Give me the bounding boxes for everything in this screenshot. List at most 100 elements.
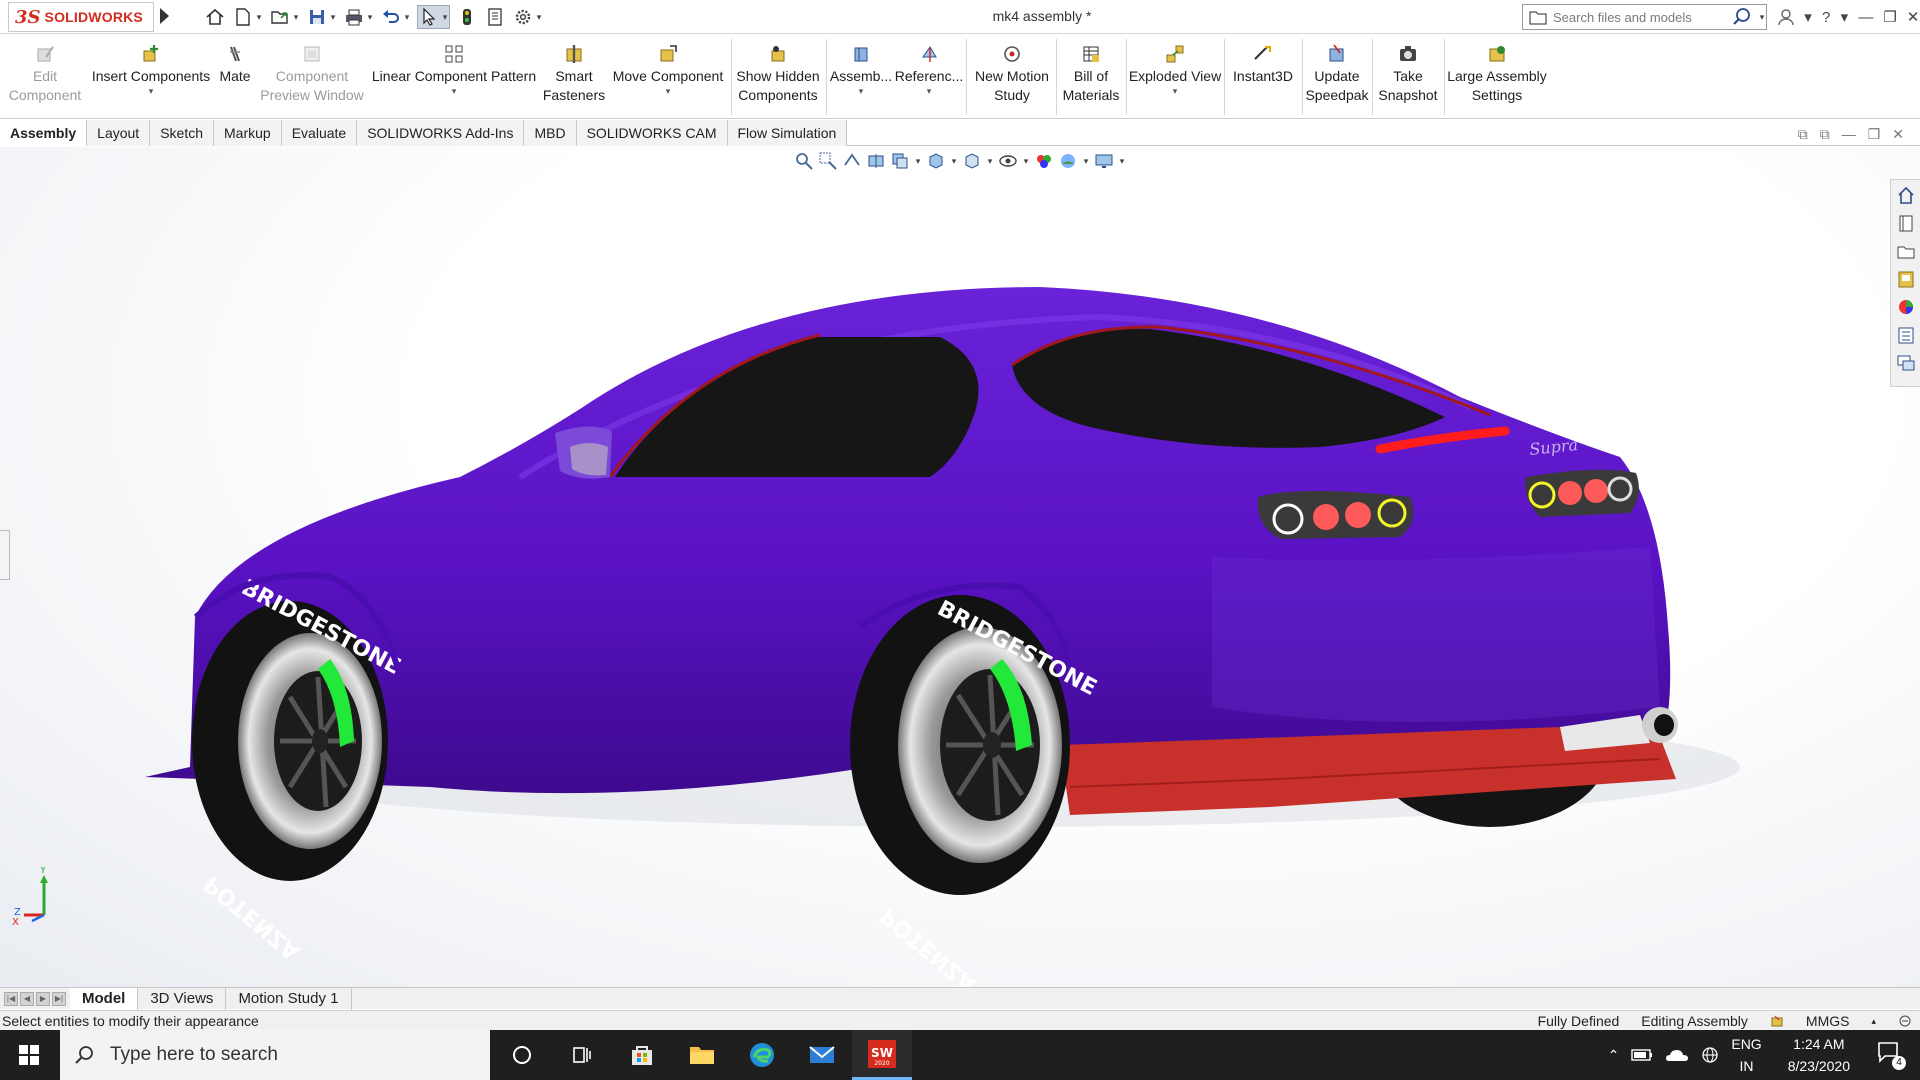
next-tab-icon[interactable]: ▶ [36,991,50,1006]
apply-scene-icon[interactable] [1058,151,1078,171]
assembly-features-button[interactable]: Assemb... ▾ [830,35,892,119]
undo-button[interactable]: ▾ [380,6,411,28]
solidworks-logo[interactable]: 3S SOLIDWORKS [8,2,154,32]
previous-view-icon[interactable] [842,151,862,171]
tab-mbd[interactable]: MBD [524,120,577,146]
restore-icon[interactable]: ❐ [1883,8,1896,26]
network-globe-icon[interactable] [1701,1046,1719,1064]
chevron-down-icon[interactable]: ▾ [1118,156,1126,167]
forum-icon[interactable] [1896,352,1916,374]
chevron-down-icon[interactable]: ▾ [441,12,449,23]
task-view-button[interactable] [552,1030,612,1080]
last-tab-icon[interactable]: ▶| [52,991,66,1006]
tab-solidworks-add-ins[interactable]: SOLIDWORKS Add-Ins [357,120,525,146]
restore-icon[interactable]: ❐ [1868,126,1881,143]
tab-model[interactable]: Model [70,987,139,1010]
user-icon[interactable] [1778,8,1794,26]
smart-fasteners-button[interactable]: Smart Fasteners [542,35,606,119]
chevron-down-icon[interactable]: ▾ [255,12,263,23]
instant3d-button[interactable]: Instant3D [1226,35,1300,119]
dynamic-annotation-icon[interactable] [890,151,910,171]
cortana-button[interactable] [492,1030,552,1080]
chevron-down-icon[interactable]: ▾ [927,86,932,96]
chevron-down-icon[interactable]: ▾ [914,156,922,167]
search-icon[interactable] [1732,7,1752,27]
solidworks-taskbar-button[interactable]: SW 2020 [852,1030,912,1080]
chevron-down-icon[interactable]: ▾ [986,156,994,167]
show-hidden-components-button[interactable]: Show Hidden Components [734,35,822,119]
home-button[interactable] [204,6,226,28]
tab-assembly[interactable]: Assembly [0,120,88,146]
language-indicator[interactable]: ENG IN [1731,1033,1761,1077]
options-button[interactable]: ▾ [512,6,543,28]
rebuild-status-icon[interactable] [1770,1014,1784,1028]
tab-sketch[interactable]: Sketch [150,120,215,146]
chevron-down-icon[interactable]: ▾ [452,86,457,96]
tab-motion-study-1[interactable]: Motion Study 1 [226,987,352,1010]
hide-show-items-icon[interactable] [998,151,1018,171]
chevron-down-icon[interactable]: ▾ [292,12,300,23]
minimize-icon[interactable]: — [1842,126,1856,143]
view-palette-icon[interactable] [1896,268,1916,290]
chevron-up-icon[interactable]: ⌃ [1608,1047,1620,1064]
tile-left-icon[interactable]: ⧉ [1798,126,1808,143]
chevron-down-icon[interactable]: ▾ [149,86,154,96]
chevron-down-icon[interactable]: ▾ [666,86,671,96]
clock[interactable]: 1:24 AM 8/23/2020 [1788,1033,1850,1077]
start-button[interactable] [0,1030,58,1080]
view-orientation-icon[interactable] [926,151,946,171]
file-properties-button[interactable] [484,6,506,28]
reference-geometry-button[interactable]: Referenc... ▾ [895,35,963,119]
bill-of-materials-button[interactable]: Bill of Materials [1058,35,1124,119]
edit-component-button[interactable]: Edit Component [2,35,88,119]
tab-layout[interactable]: Layout [87,120,151,146]
chevron-down-icon[interactable]: ▾ [950,156,958,167]
design-library-icon[interactable] [1896,212,1916,234]
chevron-down-icon[interactable]: ▾ [859,86,864,96]
notifications-button[interactable]: 4 [1876,1040,1906,1070]
unit-system[interactable]: MMGS [1806,1013,1850,1029]
minimize-icon[interactable]: — [1858,9,1873,26]
chevron-down-icon[interactable]: ▾ [1758,12,1766,23]
chevron-down-icon[interactable]: ▾ [1173,86,1178,96]
select-button[interactable]: ▾ [417,5,450,29]
rebuild-button[interactable] [456,6,478,28]
linear-component-pattern-button[interactable]: Linear Component Pattern ▾ [368,35,540,119]
tile-right-icon[interactable]: ⧉ [1820,126,1830,143]
chevron-down-icon[interactable]: ▾ [1082,156,1090,167]
chevron-up-icon[interactable]: ▴ [1871,1016,1876,1027]
mate-button[interactable]: Mate [214,35,256,119]
help-icon[interactable]: ? [1822,9,1830,26]
feature-manager-flyout-handle[interactable] [0,530,10,580]
mail-button[interactable] [792,1030,852,1080]
chevron-down-icon[interactable]: ▾ [366,12,374,23]
chevron-down-icon[interactable]: ▾ [535,12,543,23]
tab-solidworks-cam[interactable]: SOLIDWORKS CAM [576,120,728,146]
save-button[interactable]: ▾ [306,6,337,28]
tab-flow-simulation[interactable]: Flow Simulation [727,120,848,146]
search-input[interactable]: Search files and models ▾ [1522,4,1767,30]
exploded-view-button[interactable]: Exploded View ▾ [1128,35,1222,119]
graphics-area[interactable]: Supra BRIDGESTONE POTENZA BRIDGESTONE PO… [0,147,1920,987]
component-preview-window-button[interactable]: Component Preview Window [258,35,366,119]
battery-icon[interactable] [1631,1048,1653,1062]
update-speedpak-button[interactable]: Update Speedpak [1304,35,1370,119]
chevron-down-icon[interactable]: ▾ [403,12,411,23]
onedrive-icon[interactable] [1665,1047,1689,1063]
taskbar-search-input[interactable]: Type here to search [60,1030,490,1080]
file-explorer-icon[interactable] [1896,240,1916,262]
zoom-to-fit-icon[interactable] [794,151,814,171]
tab-markup[interactable]: Markup [214,120,282,146]
edit-appearance-icon[interactable] [1034,151,1054,171]
print-button[interactable]: ▾ [343,6,374,28]
insert-components-button[interactable]: Insert Components ▾ [90,35,212,119]
chevron-down-icon[interactable]: ▾ [329,12,337,23]
chevron-down-icon[interactable]: ▾ [1804,8,1812,26]
new-motion-study-button[interactable]: New Motion Study [970,35,1054,119]
display-style-icon[interactable] [962,151,982,171]
chevron-down-icon[interactable]: ▾ [1840,8,1849,26]
customize-status-icon[interactable] [1898,1014,1912,1028]
edge-browser-button[interactable] [732,1030,792,1080]
open-button[interactable]: ▾ [269,6,300,28]
take-snapshot-button[interactable]: Take Snapshot [1374,35,1442,119]
